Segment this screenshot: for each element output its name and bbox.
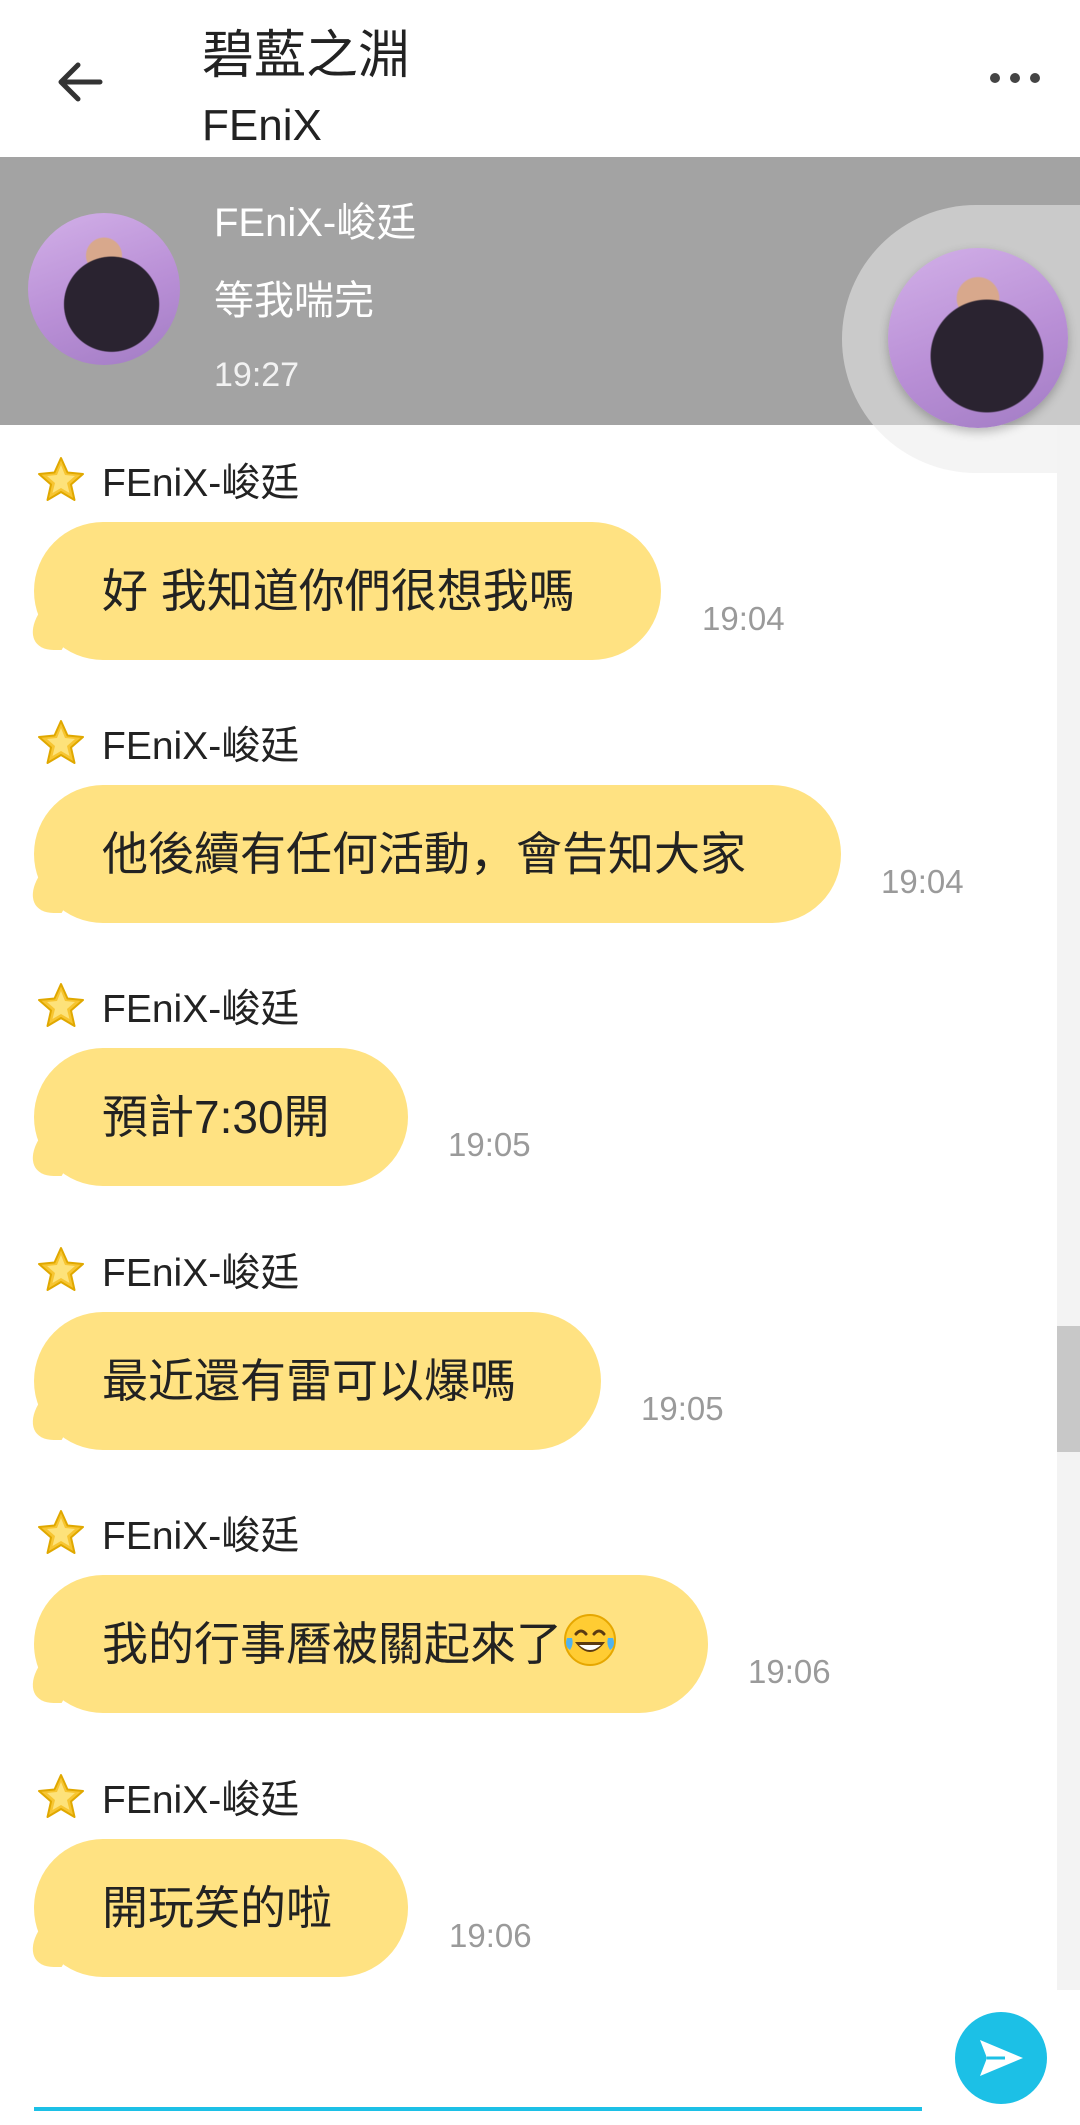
- sender-name: FEniX-峻廷: [102, 1515, 300, 1558]
- sender-row: FEniX-峻廷: [36, 1769, 299, 1825]
- more-options-button[interactable]: [975, 48, 1055, 108]
- back-button[interactable]: [48, 50, 112, 114]
- scrollbar-thumb[interactable]: [1057, 1326, 1080, 1452]
- floating-avatar-button[interactable]: [888, 248, 1068, 428]
- input-underline: [34, 2107, 922, 2111]
- star-icon: [38, 457, 84, 501]
- message-time: 19:04: [881, 863, 964, 900]
- more-dot: [1010, 73, 1020, 83]
- send-button[interactable]: [955, 2012, 1047, 2104]
- more-dot: [1030, 73, 1040, 83]
- message-bubble[interactable]: 我的行事曆被關起來了: [34, 1575, 708, 1713]
- message-time: 19:06: [748, 1653, 831, 1690]
- sender-name: FEniX-峻廷: [102, 462, 300, 505]
- send-icon: [980, 2040, 1023, 2076]
- message-bubble[interactable]: 好 我知道你們很想我嗎: [34, 522, 661, 660]
- face-with-tears-of-joy-icon: [564, 1614, 616, 1666]
- message-text: 開玩笑的啦: [102, 1882, 332, 1934]
- app-header: 碧藍之淵 FEniX: [0, 0, 1080, 157]
- avatar: [28, 213, 180, 365]
- sender-row: FEniX-峻廷: [36, 1505, 299, 1561]
- sender-name: FEniX-峻廷: [102, 988, 300, 1031]
- scrollbar-track[interactable]: [1057, 425, 1080, 1990]
- star-icon: [38, 1774, 84, 1818]
- more-dots-icon: [990, 73, 1000, 83]
- star-icon: [38, 1247, 84, 1291]
- arrow-left-icon: [58, 62, 103, 102]
- sender-row: FEniX-峻廷: [36, 452, 299, 508]
- message-text: 我的行事曆被關起來了: [102, 1618, 562, 1670]
- message-time: 19:05: [641, 1390, 724, 1427]
- chat-title: 碧藍之淵: [202, 27, 411, 85]
- star-icon: [38, 983, 84, 1027]
- sender-name: FEniX-峻廷: [102, 1252, 300, 1295]
- sender-row: FEniX-峻廷: [36, 1242, 299, 1298]
- message-bubble[interactable]: 預計7:30開: [34, 1048, 408, 1186]
- sender-row: FEniX-峻廷: [36, 978, 299, 1034]
- message-bubble[interactable]: 開玩笑的啦: [34, 1839, 408, 1977]
- message-bubble[interactable]: 最近還有雷可以爆嗎: [34, 1312, 601, 1450]
- message-time: 19:04: [702, 600, 785, 637]
- pinned-message: 等我喘完: [214, 279, 374, 323]
- chat-subtitle: FEniX: [202, 101, 322, 150]
- star-icon: [38, 720, 84, 764]
- message-text: 預計7:30開: [102, 1091, 330, 1143]
- pinned-sender: FEniX-峻廷: [214, 201, 417, 245]
- message-time: 19:06: [449, 1917, 532, 1954]
- message-text: 他後續有任何活動，會告知大家: [102, 828, 746, 880]
- message-text: 最近還有雷可以爆嗎: [102, 1355, 516, 1407]
- sender-name: FEniX-峻廷: [102, 1779, 300, 1822]
- sender-row: FEniX-峻廷: [36, 715, 299, 771]
- star-icon: [38, 1510, 84, 1554]
- message-bubble[interactable]: 他後續有任何活動，會告知大家: [34, 785, 841, 923]
- message-input[interactable]: [34, 2010, 926, 2104]
- pinned-time: 19:27: [214, 356, 300, 394]
- message-time: 19:05: [448, 1126, 531, 1163]
- message-text: 好 我知道你們很想我嗎: [102, 565, 575, 617]
- sender-name: FEniX-峻廷: [102, 725, 300, 768]
